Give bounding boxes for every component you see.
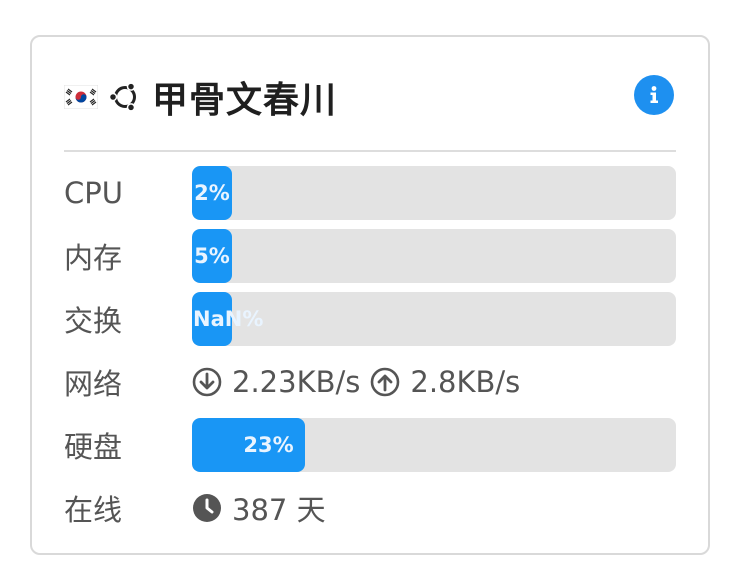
swap-label: 交换 [64, 304, 123, 338]
swap-progress-bar: NaN% [192, 292, 676, 346]
network-download-speed: 2.23KB/s [232, 365, 361, 399]
memory-row: 内存 5% [64, 228, 676, 284]
clock-icon [193, 494, 221, 522]
ubuntu-icon [108, 82, 136, 112]
disk-progress-bar: 23% [192, 418, 676, 472]
memory-label: 内存 [64, 241, 123, 275]
info-button[interactable] [634, 75, 674, 115]
network-upload-speed: 2.8KB/s [410, 365, 521, 399]
swap-percent-text: NaN% [193, 307, 264, 331]
network-row: 网络 2.23KB/s 2.8KB/s [64, 354, 676, 410]
arrow-up-circle-icon [371, 367, 400, 397]
uptime-value-group: 387 天 [192, 487, 326, 529]
cpu-label: CPU [64, 176, 123, 210]
network-label: 网络 [64, 367, 123, 401]
card-header: 甲骨文春川 [64, 69, 676, 125]
disk-row: 硬盘 23% [64, 417, 676, 473]
cpu-row: CPU 2% [64, 165, 676, 221]
disk-label: 硬盘 [64, 430, 123, 464]
swap-row: 交换 NaN% [64, 291, 676, 347]
disk-percent-text: 23% [243, 433, 294, 457]
info-icon [650, 86, 658, 103]
cpu-percent-text: 2% [194, 181, 230, 205]
uptime-value: 387 天 [232, 493, 326, 527]
server-card: 甲骨文春川 CPU 2% 内存 5% 交换 NaN% 网络 2.23KB/s 2… [30, 35, 710, 555]
server-title: 甲骨文春川 [152, 80, 338, 121]
header-divider [64, 150, 676, 152]
memory-progress-bar: 5% [192, 229, 676, 283]
network-values: 2.23KB/s 2.8KB/s [192, 365, 520, 399]
memory-percent-text: 5% [194, 244, 230, 268]
uptime-label: 在线 [64, 493, 123, 527]
cpu-progress-bar: 2% [192, 166, 676, 220]
south-korea-flag-icon [64, 85, 98, 109]
arrow-down-circle-icon [192, 367, 222, 397]
uptime-row: 在线 387 天 [64, 480, 676, 536]
